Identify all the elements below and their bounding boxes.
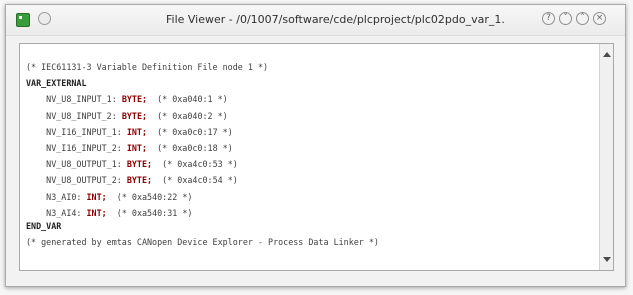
- text-segment: BYTE;: [121, 94, 148, 105]
- text-segment: INT;: [126, 126, 148, 137]
- text-segment: N3_AI4:: [26, 207, 87, 218]
- text-segment: NV_I16_INPUT_1:: [26, 126, 127, 137]
- text-segment: (* 0xa040:2 *): [147, 110, 228, 121]
- file-line: (* generated by emtas CANopen Device Exp…: [26, 234, 597, 250]
- file-viewer-window: File Viewer - /0/1007/software/cde/plcpr…: [5, 4, 626, 287]
- scroll-down-icon[interactable]: [603, 257, 611, 262]
- text-segment: END_VAR: [26, 221, 62, 232]
- pin-icon[interactable]: [38, 12, 51, 25]
- text-segment: (* 0xa4c0:54 *): [152, 175, 238, 186]
- text-segment: VAR_EXTERNAL: [26, 78, 87, 89]
- text-segment: NV_U8_INPUT_2:: [26, 110, 122, 121]
- text-segment: INT;: [126, 143, 148, 154]
- close-icon[interactable]: ×: [593, 12, 606, 25]
- text-segment: N3_AI0:: [26, 191, 87, 202]
- file-line: NV_I16_INPUT_1: INT; (* 0xa0c0:17 *): [26, 124, 597, 140]
- file-line: NV_U8_OUTPUT_1: BYTE; (* 0xa4c0:53 *): [26, 156, 597, 172]
- file-line: N3_AI0: INT; (* 0xa540:22 *): [26, 189, 597, 205]
- text-segment: INT;: [86, 207, 107, 218]
- window-title: File Viewer - /0/1007/software/cde/plcpr…: [166, 13, 505, 26]
- file-line: NV_U8_INPUT_2: BYTE; (* 0xa040:2 *): [26, 108, 597, 124]
- text-segment: INT;: [86, 191, 107, 202]
- file-line: VAR_EXTERNAL: [26, 75, 597, 91]
- text-viewer[interactable]: (* IEC61131-3 Variable Definition File n…: [19, 43, 614, 271]
- text-segment: (* 0xa540:31 *): [106, 207, 193, 218]
- maximize-icon[interactable]: ˄: [576, 12, 589, 25]
- app-icon[interactable]: [16, 13, 30, 27]
- text-segment: (* 0xa540:22 *): [106, 191, 193, 202]
- text-segment: NV_U8_OUTPUT_2:: [26, 175, 127, 186]
- text-segment: BYTE;: [121, 110, 148, 121]
- text-segment: BYTE;: [126, 159, 153, 170]
- text-segment: NV_U8_OUTPUT_1:: [26, 159, 127, 170]
- file-line: NV_U8_OUTPUT_2: BYTE; (* 0xa4c0:54 *): [26, 172, 597, 188]
- title-bar[interactable]: File Viewer - /0/1007/software/cde/plcpr…: [6, 5, 625, 36]
- text-segment: (* 0xa0c0:18 *): [147, 143, 233, 154]
- scroll-up-icon[interactable]: [603, 52, 611, 57]
- text-segment: (* generated by emtas CANopen Device Exp…: [26, 237, 379, 248]
- text-segment: (* 0xa0c0:17 *): [147, 126, 233, 137]
- file-line: NV_I16_INPUT_2: INT; (* 0xa0c0:18 *): [26, 140, 597, 156]
- text-segment: (* 0xa4c0:53 *): [152, 159, 238, 170]
- file-text[interactable]: (* IEC61131-3 Variable Definition File n…: [26, 59, 597, 250]
- text-segment: (* IEC61131-3 Variable Definition File n…: [26, 62, 269, 72]
- file-line: (* IEC61131-3 Variable Definition File n…: [26, 59, 597, 75]
- text-segment: BYTE;: [126, 175, 153, 186]
- help-icon[interactable]: ?: [542, 12, 555, 25]
- text-segment: NV_I16_INPUT_2:: [26, 143, 127, 154]
- file-line: NV_U8_INPUT_1: BYTE; (* 0xa040:1 *): [26, 91, 597, 107]
- text-segment: (* 0xa040:1 *): [147, 94, 228, 105]
- minimize-icon[interactable]: ˅: [559, 12, 572, 25]
- vertical-scrollbar[interactable]: [599, 44, 613, 270]
- text-segment: NV_U8_INPUT_1:: [26, 94, 122, 105]
